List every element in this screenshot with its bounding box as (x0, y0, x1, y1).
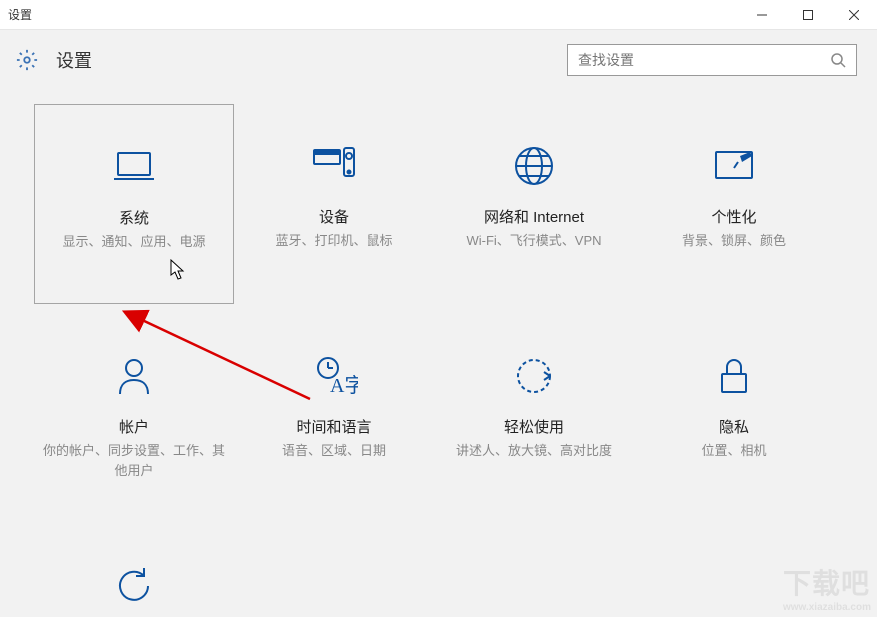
globe-icon (510, 142, 558, 190)
tile-desc: 背景、锁屏、颜色 (674, 231, 794, 251)
settings-tile-laptop[interactable]: 系统显示、通知、应用、电源 (34, 104, 234, 304)
page-title: 设置 (56, 47, 92, 73)
ease-icon (510, 352, 558, 400)
window-title: 设置 (8, 6, 32, 23)
tile-title: 帐户 (119, 416, 149, 437)
settings-tile-time-lang[interactable]: A字时间和语言语音、区域、日期 (234, 314, 434, 514)
minimize-button[interactable] (739, 0, 785, 29)
personalize-icon (710, 142, 758, 190)
close-button[interactable] (831, 0, 877, 29)
tile-desc: 讲述人、放大镜、高对比度 (448, 441, 620, 461)
tile-desc: 你的帐户、同步设置、工作、其他用户 (34, 441, 234, 480)
tile-title: 隐私 (719, 416, 749, 437)
tile-title: 系统 (119, 207, 149, 228)
svg-text:A字: A字 (330, 374, 358, 397)
settings-tile-globe[interactable]: 网络和 Internet Wi-Fi、飞行模式、VPN (434, 104, 634, 304)
tile-desc: Wi-Fi、飞行模式、VPN (458, 231, 609, 251)
tile-title: 网络和 Internet (484, 206, 584, 227)
settings-tile-user[interactable]: 帐户你的帐户、同步设置、工作、其他用户 (34, 314, 234, 514)
tile-desc: 位置、相机 (693, 441, 774, 461)
search-box[interactable] (567, 44, 857, 76)
settings-tile-ease[interactable]: 轻松使用讲述人、放大镜、高对比度 (434, 314, 634, 514)
settings-tile-lock[interactable]: 隐私位置、相机 (634, 314, 834, 514)
window-controls (739, 0, 877, 29)
search-input[interactable] (578, 52, 830, 68)
tile-desc: 语音、区域、日期 (274, 441, 394, 461)
user-icon (110, 352, 158, 400)
settings-tile-devices[interactable]: 设备蓝牙、打印机、鼠标 (234, 104, 434, 304)
lock-icon (710, 352, 758, 400)
maximize-button[interactable] (785, 0, 831, 29)
tile-title: 轻松使用 (504, 416, 564, 437)
tile-desc: 显示、通知、应用、电源 (54, 232, 213, 252)
devices-icon (310, 142, 358, 190)
tile-title: 设备 (319, 206, 349, 227)
gear-icon (16, 49, 38, 71)
update-icon (110, 562, 158, 610)
tile-desc: 蓝牙、打印机、鼠标 (267, 231, 400, 251)
tile-title: 时间和语言 (296, 416, 371, 437)
settings-tile-update[interactable]: 更新和安全 (34, 524, 234, 617)
tile-title: 个性化 (711, 206, 756, 227)
search-icon (830, 52, 846, 68)
time-lang-icon: A字 (310, 352, 358, 400)
settings-tile-personalize[interactable]: 个性化背景、锁屏、颜色 (634, 104, 834, 304)
laptop-icon (110, 143, 158, 191)
